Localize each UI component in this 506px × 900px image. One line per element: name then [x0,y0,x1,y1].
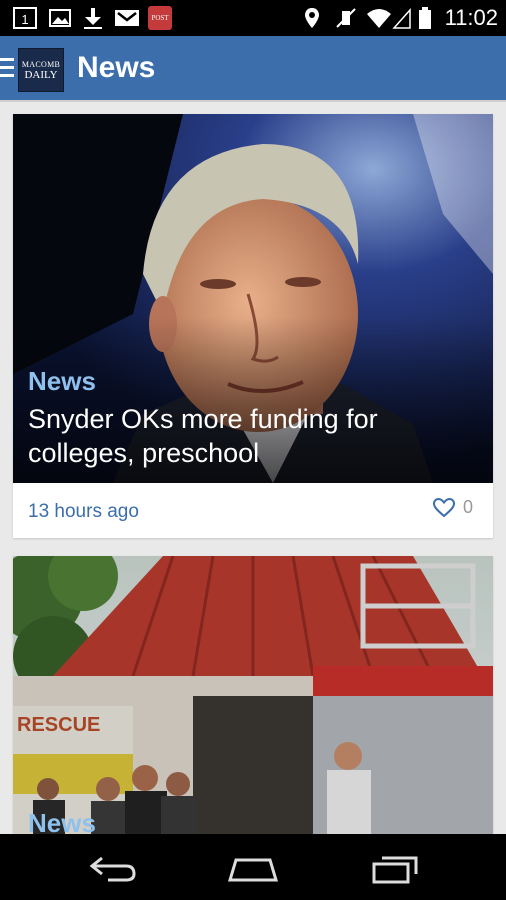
app-notification-icon: POST [148,6,172,30]
article-headline[interactable]: Snyder OKs more funding for colleges, pr… [28,402,468,470]
clock: 11:02 [444,5,498,30]
app-bar: MACOMB DAILY News [0,36,506,102]
signal-icon [392,8,411,29]
app-logo[interactable]: MACOMB DAILY [18,48,64,92]
like-count: 0 [462,497,473,517]
article-card[interactable]: RESCUE News [13,556,493,834]
article-image[interactable]: RESCUE News [13,556,493,834]
heart-icon [432,497,455,517]
home-icon[interactable] [226,852,280,884]
calendar-icon: 1 [13,7,37,29]
navigation-bar [0,834,506,900]
article-image[interactable]: News Snyder OKs more funding for college… [13,114,493,483]
page-title: News [77,51,156,84]
article-timestamp: 13 hours ago [28,501,139,522]
article-category: News [28,366,96,396]
download-icon [84,8,102,29]
like-button[interactable]: 0 [432,497,473,521]
location-icon [305,8,319,28]
battery-icon [419,7,431,29]
svg-text:1: 1 [21,12,28,27]
article-footer: 13 hours ago 0 [13,483,493,538]
status-bar: 1 POST 11:02 [0,0,506,36]
logo-line2: DAILY [24,68,58,81]
logo-line1: MACOMB [21,59,61,69]
image-icon [49,9,71,27]
article-category: News [28,808,96,834]
recent-apps-icon[interactable] [370,852,420,884]
article-card[interactable]: News Snyder OKs more funding for college… [13,114,493,538]
mute-icon [336,8,356,28]
wifi-icon [367,9,391,28]
gmail-icon [115,10,139,26]
back-icon[interactable] [88,852,138,884]
menu-icon[interactable] [0,58,14,80]
